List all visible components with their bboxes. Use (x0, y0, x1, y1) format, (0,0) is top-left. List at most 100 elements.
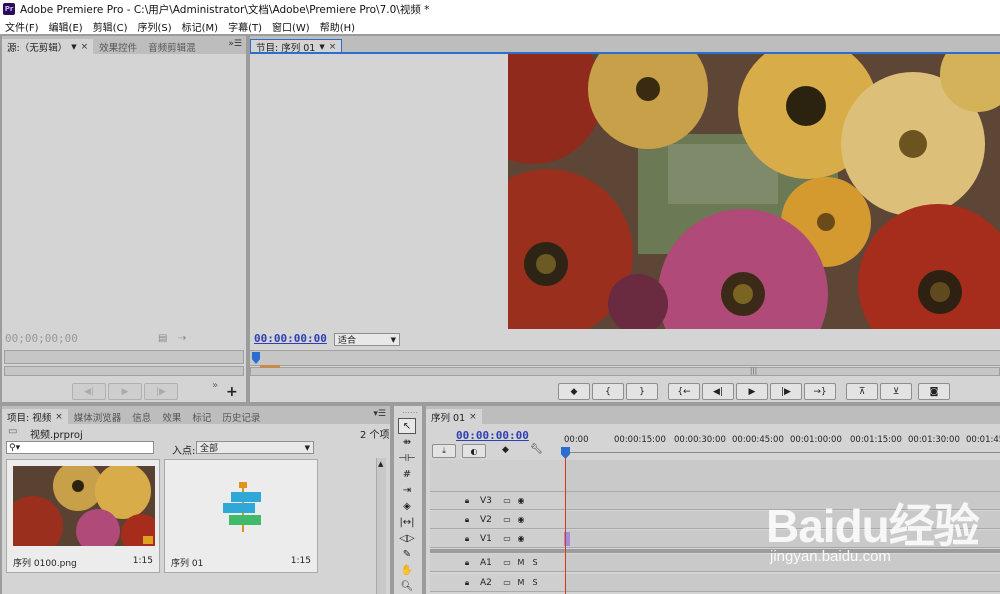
tab-sequence[interactable]: 序列 01 × (426, 409, 482, 424)
program-timecode[interactable]: 00:00:00:00 (254, 332, 327, 345)
play-button[interactable]: ▶ (736, 383, 768, 400)
ripple-edit-tool-icon[interactable]: ⊣⊢ (398, 450, 416, 466)
wrench-icon[interactable]: 🔧︎ (530, 444, 543, 455)
tab-media-browser[interactable]: 媒体浏览器 (69, 409, 127, 424)
lift-button[interactable]: ⊼ (846, 383, 878, 400)
lock-icon[interactable]: 🔒︎ (460, 494, 474, 508)
sync-lock-icon[interactable]: ▭ (500, 576, 514, 590)
source-scrollbar[interactable] (4, 366, 244, 376)
eye-icon[interactable]: ◉ (514, 532, 528, 546)
razor-tool-icon[interactable]: ◈ (398, 498, 416, 514)
rolling-edit-tool-icon[interactable]: # (398, 466, 416, 482)
menu-window[interactable]: 窗口(W) (267, 19, 315, 34)
project-scrollbar[interactable]: ▲ (376, 458, 386, 594)
eye-icon[interactable]: ◉ (514, 513, 528, 527)
extract-button[interactable]: ⊻ (880, 383, 912, 400)
insert-icon[interactable]: ⇢ (178, 333, 186, 344)
close-icon[interactable]: × (55, 412, 63, 422)
track-label: V2 (480, 514, 492, 525)
tab-info[interactable]: 信息 (127, 409, 156, 424)
close-icon[interactable]: × (329, 42, 337, 52)
panel-menu-icon[interactable]: »☰ (228, 39, 242, 49)
menu-sequence[interactable]: 序列(S) (132, 19, 176, 34)
track-header: 🔒︎ V2 ▭ ◉ (430, 511, 564, 529)
menu-clip[interactable]: 剪辑(C) (88, 19, 133, 34)
camera-icon[interactable]: ◙ (918, 383, 950, 400)
lock-icon[interactable]: 🔒︎ (460, 532, 474, 546)
selection-tool-icon[interactable]: ↖ (398, 418, 416, 434)
search-icon: ⚲▾ (9, 442, 21, 453)
project-item[interactable]: 序列 01 1:15 (164, 459, 318, 573)
menu-title[interactable]: 字幕(T) (223, 19, 267, 34)
sync-lock-icon[interactable]: ▭ (500, 556, 514, 570)
slide-tool-icon[interactable]: ◁▷ (398, 530, 416, 546)
play-button[interactable]: ▶ (108, 383, 142, 400)
lock-icon[interactable]: 🔒︎ (460, 513, 474, 527)
timeline-timecode[interactable]: 00:00:00:00 (456, 429, 529, 442)
step-forward-button[interactable]: |▶ (144, 383, 178, 400)
step-forward-button[interactable]: |▶ (770, 383, 802, 400)
step-back-button[interactable]: ◀| (702, 383, 734, 400)
tab-effect-controls[interactable]: 效果控件 (94, 39, 142, 54)
in-point-dropdown-value: 全部 (200, 444, 219, 454)
lock-icon[interactable]: 🔒︎ (460, 556, 474, 570)
close-icon[interactable]: × (81, 42, 89, 52)
menu-edit[interactable]: 编辑(E) (44, 19, 88, 34)
eye-icon[interactable]: ◉ (514, 494, 528, 508)
program-ruler[interactable] (250, 350, 1000, 366)
film-icon[interactable]: ▤ (158, 333, 167, 344)
tab-audio-clip-mixer[interactable]: 音频剪辑混 (143, 39, 201, 54)
step-back-button[interactable]: ◀| (72, 383, 106, 400)
go-to-in-button[interactable]: {← (668, 383, 700, 400)
hand-tool-icon[interactable]: ✋ (398, 562, 416, 578)
mute-button[interactable]: M (514, 576, 528, 590)
slip-tool-icon[interactable]: |↔| (398, 514, 416, 530)
search-input[interactable]: ⚲▾ (6, 441, 154, 454)
dropdown-arrow-icon[interactable]: ▼ (319, 43, 324, 51)
sync-lock-icon[interactable]: ▭ (500, 494, 514, 508)
fit-dropdown[interactable]: 适合 ▼ (334, 333, 400, 346)
solo-button[interactable]: S (528, 576, 542, 590)
mark-out-button[interactable]: } (626, 383, 658, 400)
more-icon[interactable]: » (212, 380, 218, 391)
scroll-up-icon[interactable]: ▲ (378, 460, 383, 468)
go-to-out-button[interactable]: →} (804, 383, 836, 400)
add-icon[interactable]: + (226, 384, 238, 400)
track-label: A1 (480, 557, 492, 568)
source-ruler[interactable] (4, 350, 244, 364)
work-area-bar[interactable] (260, 365, 280, 368)
tab-history[interactable]: 历史记录 (217, 409, 265, 424)
pen-tool-icon[interactable]: ✎ (398, 546, 416, 562)
mute-button[interactable]: M (514, 556, 528, 570)
rate-stretch-tool-icon[interactable]: ⇥ (398, 482, 416, 498)
track-select-tool-icon[interactable]: ⇻ (398, 434, 416, 450)
in-point-dropdown[interactable]: 全部 ▼ (196, 441, 314, 454)
add-marker-button[interactable]: ◆ (558, 383, 590, 400)
project-item[interactable]: 序列 0100.png 1:15 (6, 459, 160, 573)
program-scrollbar[interactable] (250, 367, 1000, 376)
scrollbar-grip-icon[interactable]: ||| (750, 367, 757, 375)
tab-markers[interactable]: 标记 (187, 409, 216, 424)
zoom-tool-icon[interactable]: 🔍︎ (398, 578, 416, 594)
solo-button[interactable]: S (528, 556, 542, 570)
linked-selection-button[interactable]: ◐ (462, 444, 486, 458)
snap-button[interactable]: ⤓ (432, 444, 456, 458)
sync-lock-icon[interactable]: ▭ (500, 513, 514, 527)
mark-in-button[interactable]: { (592, 383, 624, 400)
close-icon[interactable]: × (469, 412, 477, 422)
panel-menu-icon[interactable]: ▾☰ (373, 409, 386, 419)
timeline-ruler[interactable]: 00:00 00:00:15:00 00:00:30:00 00:00:45:0… (564, 433, 1000, 453)
tab-effects[interactable]: 效果 (157, 409, 186, 424)
menu-marker[interactable]: 标记(M) (177, 19, 223, 34)
track-body[interactable] (564, 460, 1000, 492)
sync-lock-icon[interactable]: ▭ (500, 532, 514, 546)
menu-help[interactable]: 帮助(H) (315, 19, 360, 34)
program-panel: 节目: 序列 01 ▼ × 00:00:00:00 适合 ▼ ||| ◆ {}… (250, 36, 1000, 402)
menu-file[interactable]: 文件(F) (0, 19, 44, 34)
dropdown-arrow-icon[interactable]: ▼ (71, 43, 76, 51)
track-header (430, 460, 564, 492)
lock-icon[interactable]: 🔒︎ (460, 576, 474, 590)
tab-source[interactable]: 源:（无剪辑） ▼ × (2, 39, 94, 54)
marker-icon[interactable]: ◆ (502, 445, 509, 455)
tab-project[interactable]: 项目: 视频 × (2, 409, 68, 424)
